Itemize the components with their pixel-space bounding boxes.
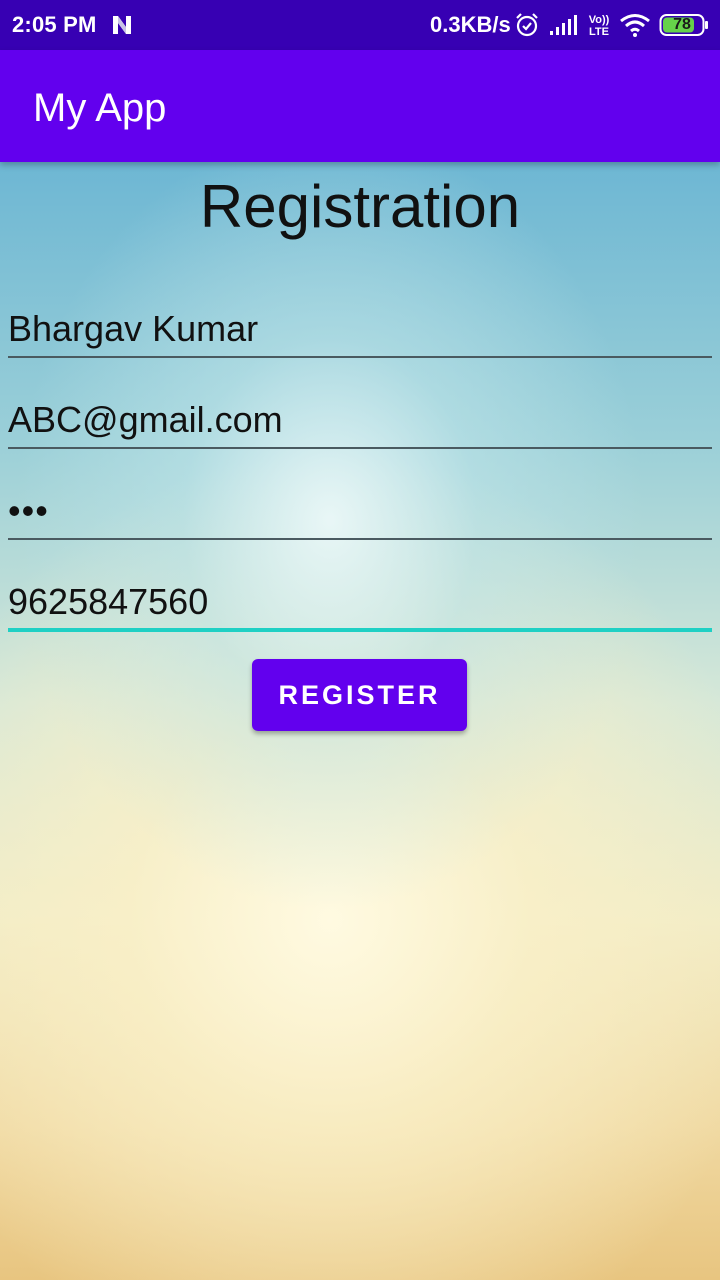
app-title: My App: [33, 86, 167, 130]
email-underline: [8, 447, 712, 449]
name-underline: [8, 356, 712, 358]
app-bar: My App: [0, 50, 720, 162]
register-button[interactable]: REGISTER: [252, 659, 467, 731]
password-input[interactable]: •••: [8, 490, 708, 532]
volte-icon: Vo)) LTE: [589, 14, 610, 38]
volte-label-top: Vo)): [589, 14, 610, 26]
battery-level: 78: [673, 16, 691, 33]
phone-field[interactable]: 9625847560: [8, 559, 712, 632]
email-input[interactable]: ABC@gmail.com: [8, 399, 708, 441]
password-field[interactable]: •••: [8, 468, 712, 540]
network-speed: 0.3KB/s: [430, 12, 511, 37]
alarm-icon: [516, 13, 538, 37]
signal-icon: [550, 15, 577, 35]
email-field[interactable]: ABC@gmail.com: [8, 377, 712, 449]
password-underline: [8, 538, 712, 540]
status-time: 2:05 PM: [12, 12, 97, 37]
wifi-icon: [620, 14, 650, 37]
name-field[interactable]: Bhargav Kumar: [8, 286, 712, 358]
phone-underline-focused: [8, 628, 712, 632]
status-bar: 2:05 PM 0.3KB/s Vo)) LTE 78: [0, 0, 720, 50]
page-title: Registration: [199, 173, 521, 240]
screen: 2:05 PM 0.3KB/s Vo)) LTE 78 My App Regis…: [0, 0, 720, 1280]
n-notification-icon: [113, 16, 131, 34]
phone-input[interactable]: 9625847560: [8, 581, 708, 623]
name-input[interactable]: Bhargav Kumar: [8, 308, 708, 350]
volte-label-bottom: LTE: [589, 26, 609, 38]
